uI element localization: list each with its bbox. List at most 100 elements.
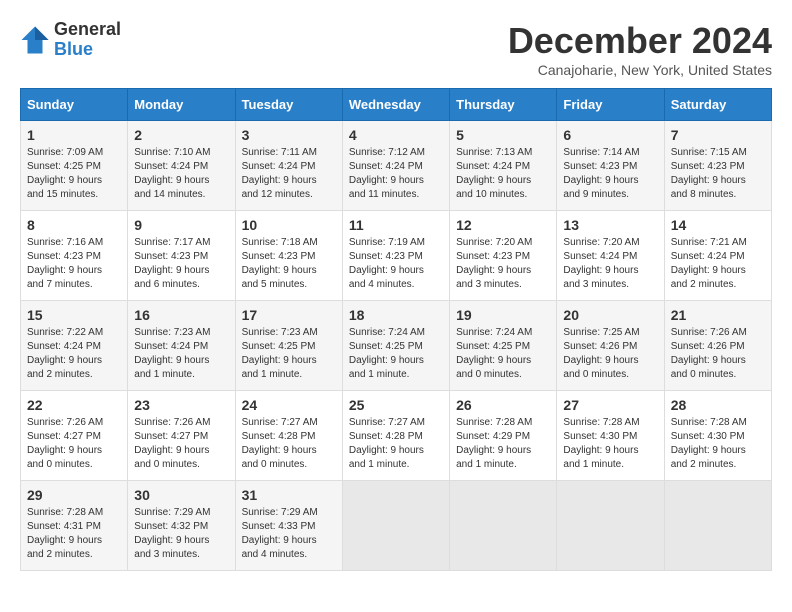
day-number: 5 bbox=[456, 127, 550, 143]
table-row: 1 Sunrise: 7:09 AM Sunset: 4:25 PM Daylig… bbox=[21, 121, 128, 211]
day-number: 8 bbox=[27, 217, 121, 233]
cell-info: Sunrise: 7:21 AM Sunset: 4:24 PM Dayligh… bbox=[671, 236, 765, 292]
header-monday: Monday bbox=[128, 89, 235, 121]
table-row: 23 Sunrise: 7:26 AM Sunset: 4:27 PM Dayli… bbox=[128, 391, 235, 481]
table-row: 9 Sunrise: 7:17 AM Sunset: 4:23 PM Daylig… bbox=[128, 211, 235, 301]
logo: General Blue bbox=[20, 20, 121, 60]
day-number: 27 bbox=[563, 397, 657, 413]
day-number: 15 bbox=[27, 307, 121, 323]
logo-general-text: General bbox=[54, 20, 121, 40]
day-number: 10 bbox=[242, 217, 336, 233]
day-number: 16 bbox=[134, 307, 228, 323]
table-row: 8 Sunrise: 7:16 AM Sunset: 4:23 PM Daylig… bbox=[21, 211, 128, 301]
cell-info: Sunrise: 7:23 AM Sunset: 4:25 PM Dayligh… bbox=[242, 326, 336, 382]
table-row: 17 Sunrise: 7:23 AM Sunset: 4:25 PM Dayli… bbox=[235, 301, 342, 391]
cell-info: Sunrise: 7:13 AM Sunset: 4:24 PM Dayligh… bbox=[456, 146, 550, 202]
calendar-week-row: 1 Sunrise: 7:09 AM Sunset: 4:25 PM Daylig… bbox=[21, 121, 772, 211]
day-number: 12 bbox=[456, 217, 550, 233]
header-wednesday: Wednesday bbox=[342, 89, 449, 121]
header-tuesday: Tuesday bbox=[235, 89, 342, 121]
day-number: 17 bbox=[242, 307, 336, 323]
cell-info: Sunrise: 7:26 AM Sunset: 4:26 PM Dayligh… bbox=[671, 326, 765, 382]
header-thursday: Thursday bbox=[450, 89, 557, 121]
cell-info: Sunrise: 7:24 AM Sunset: 4:25 PM Dayligh… bbox=[456, 326, 550, 382]
day-number: 11 bbox=[349, 217, 443, 233]
cell-info: Sunrise: 7:26 AM Sunset: 4:27 PM Dayligh… bbox=[134, 416, 228, 472]
table-row: 28 Sunrise: 7:28 AM Sunset: 4:30 PM Dayli… bbox=[664, 391, 771, 481]
table-row bbox=[557, 481, 664, 571]
cell-info: Sunrise: 7:10 AM Sunset: 4:24 PM Dayligh… bbox=[134, 146, 228, 202]
cell-info: Sunrise: 7:22 AM Sunset: 4:24 PM Dayligh… bbox=[27, 326, 121, 382]
day-number: 13 bbox=[563, 217, 657, 233]
day-number: 18 bbox=[349, 307, 443, 323]
cell-info: Sunrise: 7:16 AM Sunset: 4:23 PM Dayligh… bbox=[27, 236, 121, 292]
table-row: 10 Sunrise: 7:18 AM Sunset: 4:23 PM Dayli… bbox=[235, 211, 342, 301]
day-number: 21 bbox=[671, 307, 765, 323]
table-row bbox=[664, 481, 771, 571]
cell-info: Sunrise: 7:28 AM Sunset: 4:29 PM Dayligh… bbox=[456, 416, 550, 472]
table-row: 19 Sunrise: 7:24 AM Sunset: 4:25 PM Dayli… bbox=[450, 301, 557, 391]
cell-info: Sunrise: 7:11 AM Sunset: 4:24 PM Dayligh… bbox=[242, 146, 336, 202]
day-number: 1 bbox=[27, 127, 121, 143]
calendar-header-row: Sunday Monday Tuesday Wednesday Thursday… bbox=[21, 89, 772, 121]
table-row: 31 Sunrise: 7:29 AM Sunset: 4:33 PM Dayli… bbox=[235, 481, 342, 571]
table-row bbox=[450, 481, 557, 571]
cell-info: Sunrise: 7:18 AM Sunset: 4:23 PM Dayligh… bbox=[242, 236, 336, 292]
calendar-week-row: 8 Sunrise: 7:16 AM Sunset: 4:23 PM Daylig… bbox=[21, 211, 772, 301]
cell-info: Sunrise: 7:29 AM Sunset: 4:33 PM Dayligh… bbox=[242, 506, 336, 562]
table-row bbox=[342, 481, 449, 571]
day-number: 29 bbox=[27, 487, 121, 503]
table-row: 14Sunrise: 7:21 AM Sunset: 4:24 PM Dayli… bbox=[664, 211, 771, 301]
cell-info: Sunrise: 7:28 AM Sunset: 4:31 PM Dayligh… bbox=[27, 506, 121, 562]
day-number: 19 bbox=[456, 307, 550, 323]
cell-info: Sunrise: 7:28 AM Sunset: 4:30 PM Dayligh… bbox=[671, 416, 765, 472]
cell-info: Sunrise: 7:20 AM Sunset: 4:23 PM Dayligh… bbox=[456, 236, 550, 292]
day-number: 3 bbox=[242, 127, 336, 143]
day-number: 30 bbox=[134, 487, 228, 503]
calendar-week-row: 15 Sunrise: 7:22 AM Sunset: 4:24 PM Dayli… bbox=[21, 301, 772, 391]
table-row: 2 Sunrise: 7:10 AM Sunset: 4:24 PM Daylig… bbox=[128, 121, 235, 211]
table-row: 7Sunrise: 7:15 AM Sunset: 4:23 PM Daylig… bbox=[664, 121, 771, 211]
cell-info: Sunrise: 7:12 AM Sunset: 4:24 PM Dayligh… bbox=[349, 146, 443, 202]
day-number: 22 bbox=[27, 397, 121, 413]
cell-info: Sunrise: 7:23 AM Sunset: 4:24 PM Dayligh… bbox=[134, 326, 228, 382]
table-row: 13Sunrise: 7:20 AM Sunset: 4:24 PM Dayli… bbox=[557, 211, 664, 301]
table-row: 20Sunrise: 7:25 AM Sunset: 4:26 PM Dayli… bbox=[557, 301, 664, 391]
calendar-week-row: 22 Sunrise: 7:26 AM Sunset: 4:27 PM Dayli… bbox=[21, 391, 772, 481]
cell-info: Sunrise: 7:09 AM Sunset: 4:25 PM Dayligh… bbox=[27, 146, 121, 202]
header-sunday: Sunday bbox=[21, 89, 128, 121]
day-number: 24 bbox=[242, 397, 336, 413]
table-row: 11 Sunrise: 7:19 AM Sunset: 4:23 PM Dayli… bbox=[342, 211, 449, 301]
table-row: 5 Sunrise: 7:13 AM Sunset: 4:24 PM Daylig… bbox=[450, 121, 557, 211]
day-number: 28 bbox=[671, 397, 765, 413]
table-row: 12 Sunrise: 7:20 AM Sunset: 4:23 PM Dayli… bbox=[450, 211, 557, 301]
cell-info: Sunrise: 7:17 AM Sunset: 4:23 PM Dayligh… bbox=[134, 236, 228, 292]
day-number: 23 bbox=[134, 397, 228, 413]
month-title: December 2024 bbox=[508, 20, 772, 62]
day-number: 2 bbox=[134, 127, 228, 143]
table-row: 25Sunrise: 7:27 AM Sunset: 4:28 PM Dayli… bbox=[342, 391, 449, 481]
day-number: 26 bbox=[456, 397, 550, 413]
table-row: 6 Sunrise: 7:14 AM Sunset: 4:23 PM Daylig… bbox=[557, 121, 664, 211]
table-row: 30 Sunrise: 7:29 AM Sunset: 4:32 PM Dayli… bbox=[128, 481, 235, 571]
cell-info: Sunrise: 7:26 AM Sunset: 4:27 PM Dayligh… bbox=[27, 416, 121, 472]
cell-info: Sunrise: 7:29 AM Sunset: 4:32 PM Dayligh… bbox=[134, 506, 228, 562]
day-number: 25 bbox=[349, 397, 443, 413]
cell-info: Sunrise: 7:19 AM Sunset: 4:23 PM Dayligh… bbox=[349, 236, 443, 292]
table-row: 18 Sunrise: 7:24 AM Sunset: 4:25 PM Dayli… bbox=[342, 301, 449, 391]
cell-info: Sunrise: 7:14 AM Sunset: 4:23 PM Dayligh… bbox=[563, 146, 657, 202]
day-number: 31 bbox=[242, 487, 336, 503]
day-number: 7 bbox=[671, 127, 765, 143]
day-number: 6 bbox=[563, 127, 657, 143]
table-row: 27Sunrise: 7:28 AM Sunset: 4:30 PM Dayli… bbox=[557, 391, 664, 481]
day-number: 4 bbox=[349, 127, 443, 143]
table-row: 4 Sunrise: 7:12 AM Sunset: 4:24 PM Daylig… bbox=[342, 121, 449, 211]
day-number: 9 bbox=[134, 217, 228, 233]
day-number: 20 bbox=[563, 307, 657, 323]
page-header: General Blue December 2024 Canajoharie, … bbox=[20, 20, 772, 78]
table-row: 3 Sunrise: 7:11 AM Sunset: 4:24 PM Daylig… bbox=[235, 121, 342, 211]
table-row: 16 Sunrise: 7:23 AM Sunset: 4:24 PM Dayli… bbox=[128, 301, 235, 391]
table-row: 29 Sunrise: 7:28 AM Sunset: 4:31 PM Dayli… bbox=[21, 481, 128, 571]
cell-info: Sunrise: 7:24 AM Sunset: 4:25 PM Dayligh… bbox=[349, 326, 443, 382]
logo-icon bbox=[20, 25, 50, 55]
